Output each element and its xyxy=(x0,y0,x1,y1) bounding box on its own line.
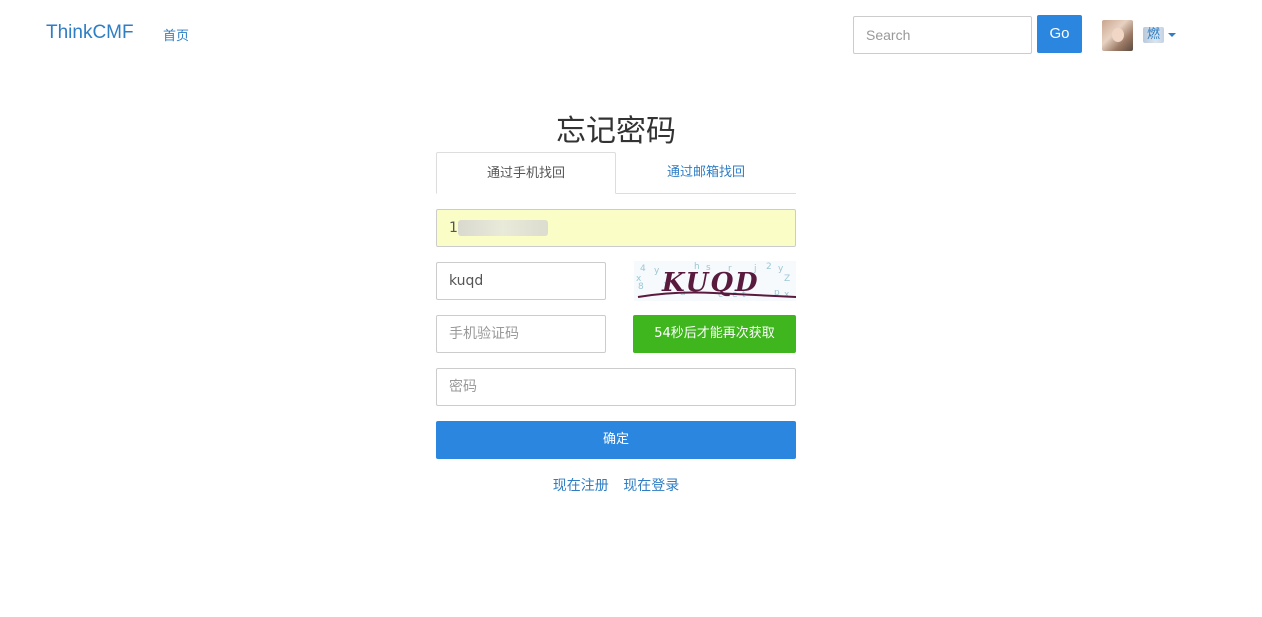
sms-code-input[interactable]: 手机验证码 xyxy=(436,315,606,353)
register-link[interactable]: 现在注册 xyxy=(553,478,609,494)
password-placeholder: 密码 xyxy=(449,379,477,395)
captcha-image[interactable]: 4x8 yvh srt j2y Zpx cea KUQD xyxy=(634,261,796,301)
user-name: 燃 xyxy=(1143,27,1165,43)
tab-phone-recovery[interactable]: 通过手机找回 xyxy=(436,152,616,194)
user-menu[interactable]: 燃 xyxy=(1102,19,1177,51)
password-input[interactable]: 密码 xyxy=(436,368,796,406)
get-sms-code-button[interactable]: 54秒后才能再次获取 xyxy=(633,315,796,353)
confirm-button[interactable]: 确定 xyxy=(436,421,796,459)
svg-text:Z: Z xyxy=(784,274,790,284)
sms-code-placeholder: 手机验证码 xyxy=(449,326,519,342)
bottom-links: 现在注册 现在登录 xyxy=(436,475,796,495)
captcha-svg: 4x8 yvh s rt j2y Zp x c ea KUQD xyxy=(636,262,796,300)
page-title: 忘记密码 xyxy=(556,114,676,149)
caret-down-icon xyxy=(1168,33,1177,37)
search-input[interactable]: Search xyxy=(853,16,1032,54)
phone-value-blurred xyxy=(457,220,548,236)
svg-text:x: x xyxy=(784,290,790,300)
search-go-button[interactable]: Go xyxy=(1037,15,1082,53)
tab-email-recovery[interactable]: 通过邮箱找回 xyxy=(616,152,796,194)
search-placeholder: Search xyxy=(866,27,911,43)
captcha-image-text: KUQD xyxy=(661,268,760,298)
recovery-tabs: 通过手机找回 通过邮箱找回 xyxy=(436,152,796,194)
svg-text:y: y xyxy=(654,266,660,276)
navbar: ThinkCMF 首页 Search Go 燃 xyxy=(0,0,1262,68)
captcha-input[interactable]: kuqd xyxy=(436,262,606,300)
phone-value: 1 xyxy=(449,220,458,236)
login-link[interactable]: 现在登录 xyxy=(623,478,679,494)
phone-input[interactable]: 1 xyxy=(436,209,796,247)
svg-text:4: 4 xyxy=(640,264,646,274)
avatar xyxy=(1102,19,1133,51)
svg-text:y: y xyxy=(778,264,784,274)
captcha-value: kuqd xyxy=(449,273,484,289)
svg-text:8: 8 xyxy=(638,282,644,292)
nav-home-link[interactable]: 首页 xyxy=(163,25,189,44)
svg-text:2: 2 xyxy=(766,262,772,272)
brand-logo[interactable]: ThinkCMF xyxy=(46,22,134,44)
